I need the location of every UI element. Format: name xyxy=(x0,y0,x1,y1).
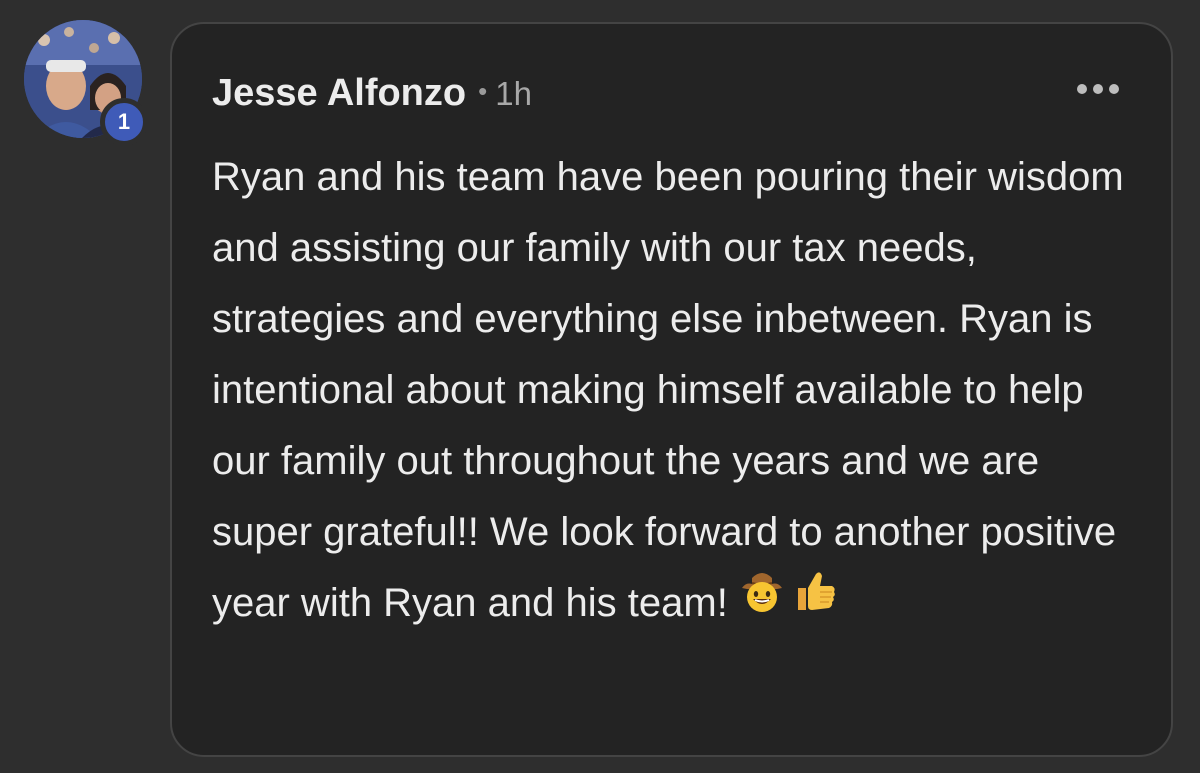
notification-badge: 1 xyxy=(100,98,148,146)
comment-header: Jesse Alfonzo • 1h xyxy=(212,72,532,115)
commenter-avatar-container[interactable]: 1 xyxy=(24,20,148,146)
author-name[interactable]: Jesse Alfonzo xyxy=(212,72,466,115)
comment-bubble: Jesse Alfonzo • 1h Ryan and his team hav… xyxy=(170,22,1173,757)
more-dot xyxy=(1093,84,1103,94)
comment-thread: 1 Jesse Alfonzo • 1h Ryan and his team h… xyxy=(0,0,1200,773)
more-dot xyxy=(1109,84,1119,94)
comment-timestamp[interactable]: 1h xyxy=(495,75,532,113)
separator-dot: • xyxy=(478,76,488,106)
cowboy-face-emoji xyxy=(738,566,786,637)
more-dot xyxy=(1077,84,1087,94)
more-options-icon[interactable] xyxy=(1077,84,1119,94)
comment-body: Ryan and his team have been pouring thei… xyxy=(212,142,1132,641)
thumbs-up-emoji xyxy=(790,566,838,637)
comment-text: Ryan and his team have been pouring thei… xyxy=(212,155,1124,625)
